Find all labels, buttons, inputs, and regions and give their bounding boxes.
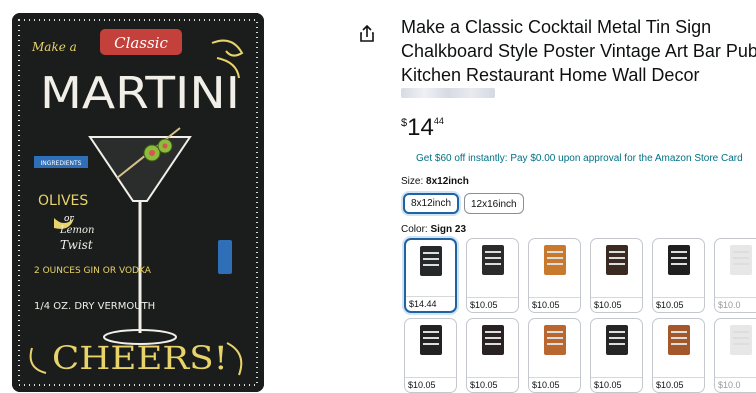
color-swatch[interactable]: $10.05 — [404, 318, 457, 393]
color-swatch[interactable]: $10.05 — [528, 318, 581, 393]
sign-cheers: CHEERS! — [52, 339, 228, 377]
swatch-divider — [405, 377, 456, 378]
color-swatch[interactable]: $10.05 — [652, 318, 705, 393]
sign-olives: OLIVES — [38, 193, 88, 209]
sign-lemon: Lemon — [59, 225, 95, 236]
size-label: Size: — [401, 176, 424, 187]
store-card-promo-link[interactable]: Get $60 off instantly: Pay $0.00 upon ap… — [416, 153, 743, 164]
swatch-price: $10.05 — [470, 380, 498, 390]
size-option-8x12[interactable]: 8x12inch — [403, 193, 460, 214]
color-swatch[interactable]: $10.05 — [652, 238, 705, 313]
swatch-thumbnail — [419, 246, 442, 276]
color-swatch[interactable]: $10.05 — [466, 318, 519, 393]
swatch-thumbnail — [729, 245, 752, 275]
product-title: Make a Classic Cocktail Metal Tin Sign C… — [401, 15, 756, 87]
swatch-thumbnail — [481, 325, 504, 355]
swatch-divider — [467, 297, 518, 298]
sign-twist: Twist — [60, 238, 93, 252]
product-title-line: Kitchen Restaurant Home Wall Decor — [401, 65, 700, 85]
swatch-thumbnail — [419, 325, 442, 355]
sign-classic: Classic — [114, 34, 168, 52]
chalkboard-sign-illustration: Make a Classic MARTINI INGREDIENTS OLIVE… — [12, 13, 264, 392]
swatch-divider — [591, 377, 642, 378]
sign-or: or — [64, 214, 74, 224]
size-option-12x16[interactable]: 12x16inch — [464, 193, 524, 214]
swatch-divider — [467, 377, 518, 378]
price-symbol: $ — [401, 117, 408, 129]
color-swatch[interactable]: $10.0 — [714, 318, 756, 393]
sign-gin: 2 OUNCES GIN OR VODKA — [34, 266, 152, 276]
swatch-thumbnail — [667, 245, 690, 275]
sign-martini: MARTINI — [40, 68, 240, 119]
sign-make-a: Make a — [31, 40, 77, 54]
swatch-thumbnail — [543, 245, 566, 275]
swatch-price: $10.05 — [594, 380, 622, 390]
color-swatch[interactable]: $10.0 — [714, 238, 756, 313]
price: $1444 — [401, 114, 444, 142]
main-product-image[interactable]: Make a Classic MARTINI INGREDIENTS OLIVE… — [12, 13, 264, 392]
swatch-thumbnail — [667, 325, 690, 355]
swatch-divider — [653, 297, 704, 298]
swatch-price: $10.05 — [656, 380, 684, 390]
swatch-price: $10.05 — [594, 300, 622, 310]
share-icon[interactable] — [359, 24, 375, 43]
price-whole: 14 — [407, 114, 434, 141]
color-swatch[interactable]: $14.44 — [404, 238, 457, 313]
color-label: Color: — [401, 224, 428, 235]
swatch-thumbnail — [729, 325, 752, 355]
swatch-price: $10.05 — [470, 300, 498, 310]
swatch-divider — [653, 377, 704, 378]
size-label-line: Size: 8x12inch — [401, 176, 469, 187]
swatch-price: $10.05 — [532, 380, 560, 390]
size-selected-value: 8x12inch — [426, 176, 469, 187]
swatch-price: $10.05 — [408, 380, 436, 390]
swatch-divider — [406, 296, 455, 297]
swatch-divider — [529, 297, 580, 298]
swatch-thumbnail — [543, 325, 566, 355]
color-selected-value: Sign 23 — [430, 224, 467, 235]
swatch-price: $10.0 — [718, 300, 741, 310]
swatch-price: $14.44 — [409, 299, 437, 309]
price-fraction: 44 — [433, 116, 444, 126]
product-title-line: Chalkboard Style Poster Vintage Art Bar … — [401, 41, 756, 61]
swatch-thumbnail — [605, 325, 628, 355]
store-link-blurred[interactable] — [401, 88, 495, 98]
color-label-line: Color: Sign 23 — [401, 224, 466, 235]
swatch-price: $10.05 — [656, 300, 684, 310]
color-swatch[interactable]: $10.05 — [590, 238, 643, 313]
sign-ingredients: INGREDIENTS — [40, 160, 81, 167]
swatch-price: $10.05 — [532, 300, 560, 310]
product-title-line: Make a Classic Cocktail Metal Tin Sign — [401, 17, 712, 37]
color-swatch[interactable]: $10.05 — [466, 238, 519, 313]
swatch-thumbnail — [481, 245, 504, 275]
color-swatch[interactable]: $10.05 — [528, 238, 581, 313]
swatch-divider — [715, 377, 756, 378]
swatch-price: $10.0 — [718, 380, 741, 390]
swatch-divider — [529, 377, 580, 378]
sign-vermouth: 1/4 OZ. DRY VERMOUTH — [34, 301, 155, 312]
swatch-thumbnail — [605, 245, 628, 275]
swatch-divider — [591, 297, 642, 298]
color-swatch[interactable]: $10.05 — [590, 318, 643, 393]
swatch-divider — [715, 297, 756, 298]
